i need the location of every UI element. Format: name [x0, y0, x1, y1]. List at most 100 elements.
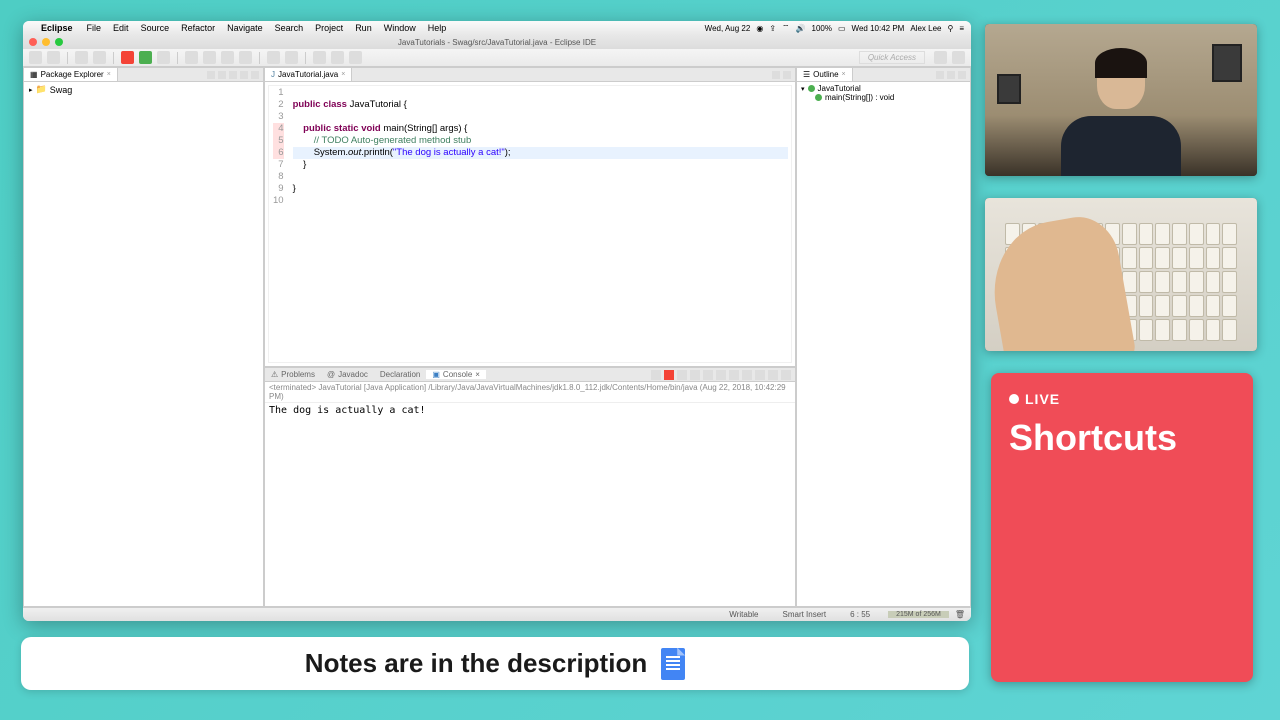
toolbar-button[interactable] [285, 51, 298, 64]
panel-control[interactable] [936, 71, 944, 79]
wifi-icon[interactable]: ⌔ [782, 23, 790, 33]
toolbar-button[interactable] [239, 51, 252, 64]
toolbar-button[interactable] [185, 51, 198, 64]
search-icon[interactable]: ⚲ [947, 24, 953, 33]
debug-button[interactable] [121, 51, 134, 64]
code-area[interactable]: public class JavaTutorial { public stati… [290, 86, 791, 362]
declaration-tab[interactable]: Declaration [374, 370, 426, 379]
toolbar-button[interactable] [313, 51, 326, 64]
panel-control[interactable] [229, 71, 237, 79]
console-tool[interactable] [755, 370, 765, 380]
menu-file[interactable]: File [87, 23, 102, 33]
minimize-icon[interactable] [42, 38, 50, 46]
outline-class[interactable]: ▾ JavaTutorial [799, 84, 968, 93]
panel-maximize-icon[interactable] [781, 370, 791, 380]
toolbar-button[interactable] [331, 51, 344, 64]
toolbar-button[interactable] [203, 51, 216, 64]
code-editor[interactable]: 12345678910 public class JavaTutorial { … [268, 85, 792, 363]
menu-project[interactable]: Project [315, 23, 343, 33]
close-icon[interactable] [29, 38, 37, 46]
sys-icon: ◉ [756, 24, 763, 33]
outline-method[interactable]: main(String[]) : void [799, 93, 968, 102]
panel-minimize-icon[interactable] [240, 71, 248, 79]
menu-run[interactable]: Run [355, 23, 372, 33]
eclipse-toolbar: Quick Access [23, 49, 971, 67]
perspective-button[interactable] [934, 51, 947, 64]
run-button[interactable] [139, 51, 152, 64]
console-tool[interactable] [703, 370, 713, 380]
eclipse-window: Eclipse File Edit Source Refactor Naviga… [23, 21, 971, 621]
toolbar-button[interactable] [47, 51, 60, 64]
user-label[interactable]: Alex Lee [910, 24, 941, 33]
close-tab-icon[interactable]: × [107, 71, 111, 78]
clock-label: Wed 10:42 PM [852, 24, 905, 33]
shortcuts-title: Shortcuts [1009, 417, 1235, 459]
toolbar-button[interactable] [93, 51, 106, 64]
menu-edit[interactable]: Edit [113, 23, 129, 33]
panel-control[interactable] [218, 71, 226, 79]
panel-maximize-icon[interactable] [958, 71, 966, 79]
status-writable: Writable [729, 610, 758, 619]
toolbar-button[interactable] [221, 51, 234, 64]
console-tool[interactable] [716, 370, 726, 380]
menu-help[interactable]: Help [428, 23, 447, 33]
console-tab[interactable]: ▣Console× [426, 370, 486, 379]
panel-minimize-icon[interactable] [772, 71, 780, 79]
close-tab-icon[interactable]: × [341, 71, 345, 78]
class-icon [808, 85, 815, 92]
menu-search[interactable]: Search [275, 23, 304, 33]
editor-tab[interactable]: J JavaTutorial.java × [265, 68, 352, 81]
problems-icon: ⚠ [271, 370, 278, 379]
javadoc-icon: @ [327, 370, 335, 379]
console-tool[interactable] [677, 370, 687, 380]
menu-window[interactable]: Window [384, 23, 416, 33]
status-bar: Writable Smart Insert 6 : 55 215M of 256… [23, 607, 971, 621]
expand-arrow-icon[interactable]: ▸ [29, 86, 33, 94]
package-icon: ▦ [30, 70, 38, 79]
panel-maximize-icon[interactable] [251, 71, 259, 79]
gc-icon[interactable]: 🗑 [955, 610, 965, 619]
toolbar-button[interactable] [157, 51, 170, 64]
toolbar-button[interactable] [349, 51, 362, 64]
toolbar-button[interactable] [267, 51, 280, 64]
app-name[interactable]: Eclipse [41, 23, 73, 33]
console-panel: ⚠Problems @Javadoc Declaration ▣Console× [264, 367, 796, 607]
javadoc-tab[interactable]: @Javadoc [321, 370, 374, 379]
maximize-icon[interactable] [55, 38, 63, 46]
sys-icon: ⇪ [769, 24, 776, 33]
battery-icon: ▭ [838, 24, 846, 33]
status-memory: 215M of 256M [888, 611, 949, 618]
panel-minimize-icon[interactable] [768, 370, 778, 380]
line-gutter: 12345678910 [269, 86, 290, 362]
project-item[interactable]: ▸ 📁 Swag [26, 84, 261, 95]
perspective-button[interactable] [952, 51, 965, 64]
shortcuts-card: LIVE Shortcuts [991, 373, 1253, 682]
console-tool[interactable] [742, 370, 752, 380]
quick-access-input[interactable]: Quick Access [859, 51, 925, 64]
console-output[interactable]: The dog is actually a cat! [265, 403, 795, 606]
close-tab-icon[interactable]: × [842, 71, 846, 78]
panel-minimize-icon[interactable] [947, 71, 955, 79]
console-tool[interactable] [651, 370, 661, 380]
console-tool[interactable] [729, 370, 739, 380]
problems-tab[interactable]: ⚠Problems [265, 370, 321, 379]
webcam-keyboard [985, 198, 1257, 351]
close-tab-icon[interactable]: × [475, 370, 480, 379]
menu-refactor[interactable]: Refactor [181, 23, 215, 33]
menu-navigate[interactable]: Navigate [227, 23, 263, 33]
outline-tab[interactable]: ☰ Outline × [797, 68, 853, 81]
project-icon: 📁 [36, 84, 47, 95]
panel-maximize-icon[interactable] [783, 71, 791, 79]
menu-source[interactable]: Source [141, 23, 170, 33]
console-tool[interactable] [690, 370, 700, 380]
terminate-button[interactable] [664, 370, 674, 380]
macos-menubar: Eclipse File Edit Source Refactor Naviga… [23, 21, 971, 35]
panel-control[interactable] [207, 71, 215, 79]
toolbar-button[interactable] [75, 51, 88, 64]
volume-icon[interactable]: 🔊 [796, 24, 806, 33]
menu-icon[interactable]: ≡ [959, 24, 964, 33]
package-explorer-tab[interactable]: ▦ Package Explorer × [24, 68, 118, 81]
expand-arrow-icon[interactable]: ▾ [801, 85, 805, 93]
outline-panel: ☰ Outline × ▾ JavaTutorial [796, 67, 971, 607]
toolbar-button[interactable] [29, 51, 42, 64]
